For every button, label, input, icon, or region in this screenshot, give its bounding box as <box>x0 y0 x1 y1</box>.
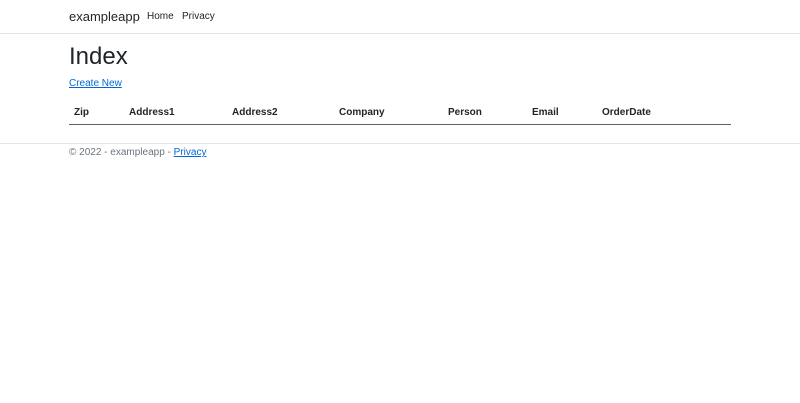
table-header: Zip Address1 Address2 Company Person Ema… <box>69 101 731 125</box>
column-header-email: Email <box>527 101 597 125</box>
page-title: Index <box>69 43 128 70</box>
column-header-company: Company <box>334 101 443 125</box>
column-header-person: Person <box>443 101 527 125</box>
brand-link[interactable]: exampleapp <box>69 9 140 24</box>
top-navbar: exampleapp Home Privacy <box>0 0 800 34</box>
footer-privacy-link[interactable]: Privacy <box>174 147 207 158</box>
table-header-row: Zip Address1 Address2 Company Person Ema… <box>69 101 731 125</box>
column-header-address2: Address2 <box>227 101 334 125</box>
page-footer: © 2022 - exampleapp - Privacy <box>0 143 800 167</box>
footer-copyright: © 2022 - exampleapp - <box>69 147 174 158</box>
footer-text: © 2022 - exampleapp - Privacy <box>69 147 206 158</box>
nav-link-privacy[interactable]: Privacy <box>182 11 215 22</box>
create-new-link[interactable]: Create New <box>69 78 122 89</box>
column-header-zip: Zip <box>69 101 124 125</box>
column-header-address1: Address1 <box>124 101 227 125</box>
nav-link-home[interactable]: Home <box>147 11 174 22</box>
column-header-orderdate: OrderDate <box>597 101 731 125</box>
orders-table: Zip Address1 Address2 Company Person Ema… <box>69 101 731 125</box>
